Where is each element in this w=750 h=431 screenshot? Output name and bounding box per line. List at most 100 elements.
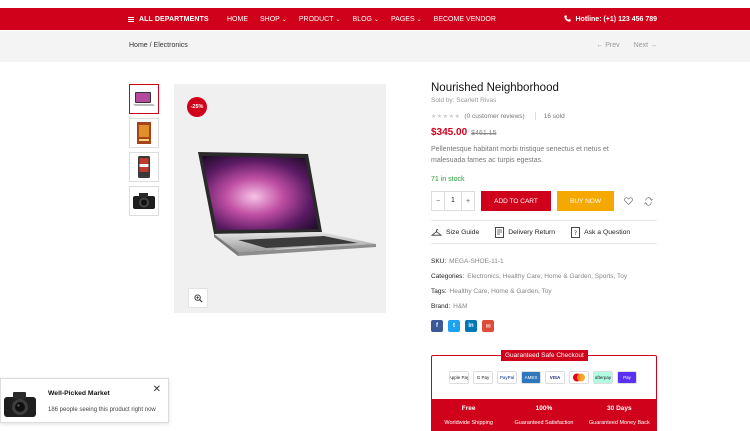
hotline-text: Hotline: (+1) 123 456 789 bbox=[575, 15, 657, 23]
ask-question-link[interactable]: ? Ask a Question bbox=[571, 226, 630, 238]
product-meta: SKU: MEGA-SHOE-11-1 Categories: Electronic… bbox=[431, 254, 657, 314]
quantity-input[interactable]: 1 bbox=[444, 192, 462, 210]
perk-money-back: 30 Days Guaranteed Money Back bbox=[582, 399, 657, 431]
rating-row: ★★★★★ (0 customer reviews) 16 sold bbox=[431, 111, 657, 121]
camera-image bbox=[4, 392, 36, 417]
product-info: Nourished Neighborhood Sold by: Scarlett… bbox=[431, 82, 657, 332]
stock-status: 71 in stock bbox=[431, 176, 465, 183]
nav-item-shop[interactable]: SHOP ⌄ bbox=[260, 16, 287, 23]
breadcrumb-current: Electronics bbox=[153, 42, 188, 49]
breadcrumb-home-link[interactable]: Home bbox=[129, 42, 148, 49]
prev-product-link[interactable]: ← Prev bbox=[596, 42, 619, 49]
phone-icon bbox=[564, 14, 572, 24]
nav-item-blog[interactable]: BLOG ⌄ bbox=[353, 16, 379, 23]
nav-item-pages[interactable]: PAGES ⌄ bbox=[391, 16, 422, 23]
product-title: Nourished Neighborhood bbox=[431, 82, 559, 94]
thumbnail-book[interactable] bbox=[129, 118, 159, 148]
perk-subtitle: Worldwide Shipping bbox=[444, 420, 493, 426]
heart-icon bbox=[623, 197, 633, 205]
quantity-increase-button[interactable]: + bbox=[462, 198, 474, 205]
chevron-down-icon: ⌄ bbox=[373, 16, 380, 23]
all-departments-button[interactable]: ALL DEPARTMENTS bbox=[128, 8, 209, 30]
cart-actions: − 1 + ADD TO CART BUY NOW bbox=[431, 191, 657, 211]
main-product-image[interactable]: -25% bbox=[174, 84, 386, 313]
perk-title: 30 Days bbox=[607, 405, 632, 412]
payment-methods: Apple Pay G Pay PayPal AMEX VISA afterpa… bbox=[449, 371, 637, 384]
safe-checkout-title: Guaranteed Safe Checkout bbox=[501, 350, 588, 361]
next-product-link[interactable]: Next → bbox=[634, 42, 657, 49]
thumbnail-laptop[interactable] bbox=[129, 84, 159, 114]
hamburger-icon bbox=[128, 16, 134, 22]
sku-label: SKU: bbox=[431, 258, 447, 265]
delivery-return-link[interactable]: Delivery Return bbox=[495, 226, 556, 238]
chevron-down-icon: ⌄ bbox=[335, 16, 341, 23]
nav-item-label: SHOP bbox=[260, 15, 280, 23]
breadcrumb-bar: Home / Electronics ← Prev Next → bbox=[0, 31, 750, 62]
top-nav-bar: ALL DEPARTMENTS HOME SHOP ⌄ PRODUCT ⌄ BLOG… bbox=[0, 8, 750, 30]
social-share: f t in ✉ bbox=[431, 320, 657, 332]
thumbnail-camera[interactable] bbox=[129, 186, 159, 216]
hotline[interactable]: Hotline: (+1) 123 456 789 bbox=[564, 8, 657, 30]
nav-item-product[interactable]: PRODUCT ⌄ bbox=[299, 16, 341, 23]
sku-row: SKU: MEGA-SHOE-11-1 bbox=[431, 254, 657, 269]
all-departments-label: ALL DEPARTMENTS bbox=[139, 15, 209, 23]
facebook-share-button[interactable]: f bbox=[431, 320, 443, 332]
linkedin-share-button[interactable]: in bbox=[465, 320, 477, 332]
compare-button[interactable] bbox=[642, 195, 654, 207]
zoom-in-icon bbox=[193, 293, 202, 302]
divider bbox=[534, 112, 536, 120]
nav-item-home[interactable]: HOME bbox=[227, 16, 248, 23]
product-links: Size Guide Delivery Return ? Ask a Quest… bbox=[431, 221, 657, 243]
nav-item-label: HOME bbox=[227, 15, 248, 23]
sold-by[interactable]: Sold by: Scarlett Rivas bbox=[431, 97, 657, 104]
chevron-down-icon: ⌄ bbox=[281, 16, 287, 23]
categories-label: Categories: bbox=[431, 273, 465, 280]
tags-links[interactable]: Healthy Care, Home & Garden, Toy bbox=[450, 288, 552, 295]
size-guide-link[interactable]: Size Guide bbox=[431, 228, 479, 237]
price-row: $345.00 $461.15 bbox=[431, 127, 657, 138]
categories-links[interactable]: Electronics, Healthy Care, Home & Garden… bbox=[467, 273, 627, 280]
close-icon[interactable]: ✕ bbox=[153, 384, 161, 395]
email-share-button[interactable]: ✉ bbox=[482, 320, 494, 332]
thumbnail-phone[interactable] bbox=[129, 152, 159, 182]
question-icon: ? bbox=[571, 226, 581, 238]
book-thumbnail-image bbox=[137, 122, 151, 144]
toast-message: 186 people seeing this product right now bbox=[48, 407, 156, 413]
shop-pay-icon: Pay bbox=[617, 371, 637, 384]
nav-item-label: PAGES bbox=[391, 15, 415, 23]
device-thumbnail-image bbox=[138, 156, 150, 178]
brand-label: Brand: bbox=[431, 303, 451, 310]
product-thumbnails bbox=[129, 84, 159, 220]
laptop-image bbox=[198, 152, 376, 256]
afterpay-icon: afterpay bbox=[593, 371, 613, 384]
buy-now-button[interactable]: BUY NOW bbox=[557, 191, 614, 211]
sold-count: 16 sold bbox=[543, 112, 565, 120]
brand-link[interactable]: H&M bbox=[453, 303, 467, 310]
perk-subtitle: Guaranteed Satisfaction bbox=[514, 420, 574, 426]
perk-subtitle: Guaranteed Money Back bbox=[588, 420, 650, 426]
sku-value: MEGA-SHOE-11-1 bbox=[449, 258, 504, 265]
breadcrumb-separator: / bbox=[149, 42, 152, 49]
add-to-cart-button[interactable]: ADD TO CART bbox=[481, 191, 551, 211]
quantity-decrease-button[interactable]: − bbox=[432, 198, 444, 205]
hanger-icon bbox=[431, 228, 442, 236]
mastercard-icon bbox=[569, 371, 589, 384]
size-guide-label: Size Guide bbox=[446, 228, 480, 236]
wishlist-button[interactable] bbox=[622, 195, 634, 207]
perk-satisfaction: 100% Guaranteed Satisfaction bbox=[506, 399, 581, 431]
product-pager: ← Prev Next → bbox=[596, 42, 657, 49]
sales-notification-toast: Well-Picked Market 186 people seeing thi… bbox=[0, 378, 169, 423]
zoom-button[interactable] bbox=[188, 288, 208, 308]
divider bbox=[431, 243, 657, 244]
perk-title: Free bbox=[461, 405, 476, 412]
nav-item-become-vendor[interactable]: BECOME VENDOR bbox=[434, 16, 496, 23]
delivery-return-label: Delivery Return bbox=[508, 228, 556, 236]
perk-title: 100% bbox=[535, 405, 553, 412]
apple-pay-icon: Apple Pay bbox=[449, 371, 469, 384]
current-price: $345.00 bbox=[431, 127, 468, 138]
categories-row: Categories: Electronics, Healthy Care, Ho… bbox=[431, 269, 657, 284]
twitter-share-button[interactable]: t bbox=[448, 320, 460, 332]
amex-icon: AMEX bbox=[521, 371, 541, 384]
reviews-link[interactable]: (0 customer reviews) bbox=[464, 113, 524, 120]
star-rating-icon: ★★★★★ bbox=[431, 113, 461, 120]
